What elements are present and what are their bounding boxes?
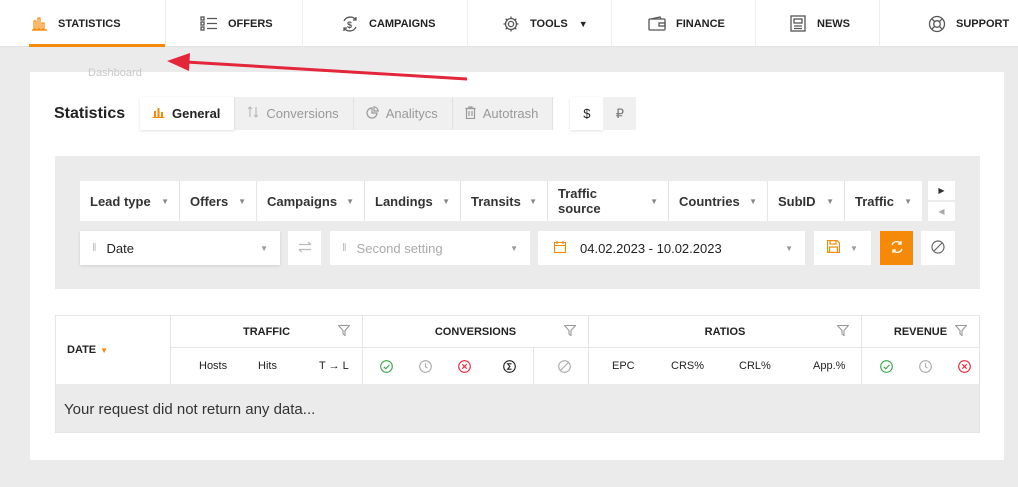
annotation-arrow-icon xyxy=(167,53,468,81)
